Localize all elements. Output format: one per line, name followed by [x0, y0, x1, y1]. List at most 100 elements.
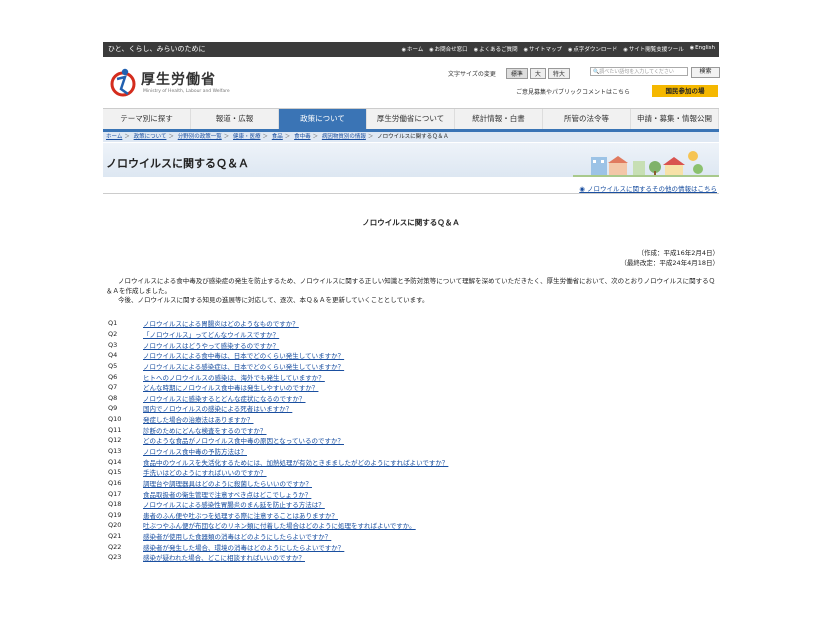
question-row: Q18 ノロウイルスによる感染性胃腸炎のまん延を防止する方法は？ — [108, 499, 708, 510]
question-link[interactable]: ヒトへのノロウイルスの感染は、海外でも発生していますか？ — [143, 372, 325, 382]
mhlw-logo-icon[interactable] — [108, 67, 136, 97]
question-link[interactable]: 感染が疑われた場合、どこに相談すればいいのですか？ — [143, 552, 305, 562]
question-row: Q22 感染者が発生した場合、環境の消毒はどのようにしたらよいですか？ — [108, 541, 708, 552]
question-link[interactable]: 診断のためにどんな検査をするのですか？ — [143, 425, 267, 435]
question-link[interactable]: 国内でノロウイルスの感染による死者はいますか？ — [143, 403, 292, 413]
question-number: Q20 — [108, 521, 122, 530]
question-link[interactable]: 発症した場合の治療法はありますか？ — [143, 414, 254, 424]
contact-link[interactable]: お問合せ窓口 — [429, 45, 468, 53]
date-created: （作成：平成16年2月4日） — [637, 249, 719, 257]
kokumin-sanka-button[interactable]: 国民参加の場 — [652, 85, 718, 97]
question-link[interactable]: 吐ぶつやふん便が布団などのリネン類に付着した場合はどのように処理をすればよいです… — [143, 520, 416, 530]
question-row: Q4 ノロウイルスによる食中毒は、日本でどのくらい発生していますか？ — [108, 350, 708, 361]
question-number: Q23 — [108, 553, 122, 562]
braille-download-link[interactable]: 点字ダウンロード — [568, 45, 617, 53]
question-row: Q6 ヒトへのノロウイルスの感染は、海外でも発生していますか？ — [108, 371, 708, 382]
search-button[interactable]: 検索 — [691, 67, 720, 78]
question-number: Q12 — [108, 436, 122, 445]
sitemap-link[interactable]: サイトマップ — [524, 45, 562, 53]
logo-subtitle: Ministry of Health, Labour and Welfare — [143, 89, 230, 94]
nav-press[interactable]: 報道・広報 — [191, 109, 279, 129]
nav-about[interactable]: 厚生労働省について — [367, 109, 455, 129]
question-link[interactable]: ノロウイルス食中毒の予防方法は？ — [143, 446, 247, 456]
question-link[interactable]: ノロウイルスによる食中毒は、日本でどのくらい発生していますか？ — [143, 350, 344, 360]
logo-text[interactable]: 厚生労働省 — [141, 69, 216, 89]
content-heading: ノロウイルスに関するＱ＆Ａ — [362, 218, 460, 227]
question-number: Q3 — [108, 340, 118, 349]
question-link[interactable]: 感染者が発生した場合、環境の消毒はどのようにしたらよいですか？ — [143, 542, 344, 552]
question-number: Q13 — [108, 447, 122, 455]
nav-statistics[interactable]: 統計情報・白書 — [455, 109, 543, 129]
question-row: Q23 感染が疑われた場合、どこに相談すればいいのですか？ — [108, 552, 708, 563]
question-link[interactable]: 調理台や調理器具はどのように殺菌したらいいのですか？ — [143, 478, 312, 488]
public-comment-text: ご意見募集やパブリックコメントはこちら — [516, 89, 631, 96]
question-link[interactable]: 「ノロウイルス」ってどんなウイルスですか？ — [143, 329, 279, 339]
question-number: Q7 — [108, 383, 118, 392]
question-row: Q16 調理台や調理器具はどのように殺菌したらいいのですか？ — [108, 478, 708, 489]
faq-link[interactable]: よくあるご質問 — [474, 45, 518, 53]
question-link[interactable]: ノロウイルスに感染するとどんな症状になるのですか？ — [143, 393, 306, 403]
main-nav: テーマ別に探す 報道・広報 政策について 厚生労働省について 統計情報・白書 所… — [103, 108, 719, 132]
font-size-large-button[interactable]: 大 — [529, 68, 546, 79]
question-link[interactable]: どのような食品がノロウイルス食中毒の原因となっているのですか？ — [143, 435, 344, 445]
question-row: Q15 手洗いはどのようにすればいいのですか？ — [108, 467, 708, 478]
question-number: Q15 — [108, 468, 122, 477]
date-revised: （最終改定：平成24年4月18日） — [620, 258, 719, 267]
font-size-standard-button[interactable]: 標準 — [505, 68, 528, 79]
question-link[interactable]: ノロウイルスによる感染症は、日本でどのくらい発生していますか？ — [143, 361, 344, 371]
question-link[interactable]: 患者のふん便や吐ぶつを処理する際に注意することはありますか？ — [143, 510, 338, 520]
page-frame: ひと、くらし、みらいのために ホーム お問合せ窓口 よくあるご質問 サイトマップ… — [103, 42, 720, 582]
question-list: Q1 ノロウイルスによる胃腸炎はどのようなものですか？ Q2 「ノロウイルス」ってどん… — [108, 318, 708, 563]
question-number: Q1 — [108, 319, 118, 328]
question-number: Q6 — [108, 372, 118, 381]
breadcrumb-link[interactable]: 食中毒 — [294, 134, 311, 140]
question-number: Q14 — [108, 457, 122, 466]
nav-application[interactable]: 申請・募集・情報公開 — [631, 109, 719, 129]
question-number: Q21 — [108, 532, 122, 541]
more-info-link[interactable]: ノロウイルスに関するその他の情報はこちら — [579, 183, 717, 193]
breadcrumb-current: ノロウイルスに関するＱ＆Ａ — [377, 134, 449, 140]
question-link[interactable]: 手洗いはどのようにすればいいのですか？ — [143, 467, 267, 477]
home-link[interactable]: ホーム — [402, 45, 423, 53]
breadcrumb-link[interactable]: 健康・医療 — [233, 134, 261, 140]
question-link[interactable]: どんな時期にノロウイルス食中毒は発生しやすいのですか？ — [143, 382, 318, 392]
question-row: Q14 食品中のウイルスを失活化するためには、加熱処理が有効ときまましたがどのよう… — [108, 456, 708, 467]
accessibility-tool-link[interactable]: サイト閲覧支援ツール — [623, 45, 684, 53]
question-link[interactable]: 感染者が使用した食器類の消毒はどのようにしたらよいですか？ — [143, 531, 331, 541]
question-row: Q5 ノロウイルスによる感染症は、日本でどのくらい発生していますか？ — [108, 361, 708, 372]
nav-policy[interactable]: 政策について — [279, 109, 367, 129]
nav-laws[interactable]: 所管の法令等 — [543, 109, 631, 129]
question-number: Q18 — [108, 500, 122, 509]
question-number: Q5 — [108, 361, 118, 370]
question-link[interactable]: ノロウイルスによる感染性胃腸炎のまん延を防止する方法は？ — [143, 499, 325, 509]
question-row: Q10 発症した場合の治療法はありますか？ — [108, 414, 708, 425]
breadcrumb-link[interactable]: 食品 — [272, 134, 283, 140]
breadcrumb-link[interactable]: ホーム — [106, 134, 122, 140]
search-input[interactable]: 🔍調べたい語句を入力してください — [590, 67, 688, 76]
utility-links: ホーム お問合せ窓口 よくあるご質問 サイトマップ 点字ダウンロード サイト閲覧… — [402, 45, 715, 53]
tagline: ひと、くらし、みらいのために — [108, 45, 206, 53]
question-link[interactable]: 食品中のウイルスを失活化するためには、加熱処理が有効ときまましたがどのようにすれ… — [143, 457, 448, 467]
nav-theme[interactable]: テーマ別に探す — [103, 109, 191, 129]
breadcrumb-link[interactable]: 分野別の政策一覧 — [178, 134, 222, 140]
english-link[interactable]: English — [690, 45, 715, 53]
title-banner: ノロウイルスに関するＱ＆Ａ — [103, 143, 719, 177]
question-row: Q8 ノロウイルスに感染するとどんな症状になるのですか？ — [108, 392, 708, 403]
intro-paragraph: 今後、ノロウイルスに関する知見の進展等に対応して、逐次、本Ｑ＆Ａを更新していくこ… — [118, 296, 429, 304]
question-row: Q17 食品取扱者の衛生管理で注意すべき点はどこでしょうか？ — [108, 488, 708, 499]
breadcrumb-link[interactable]: 病因物質別の情報 — [322, 134, 366, 140]
font-size-xlarge-button[interactable]: 特大 — [547, 68, 570, 79]
question-link[interactable]: 食品取扱者の衛生管理で注意すべき点はどこでしょうか？ — [143, 489, 311, 499]
question-number: Q2 — [108, 329, 118, 338]
question-number: Q16 — [108, 478, 122, 487]
town-illustration-icon — [573, 151, 719, 177]
question-row: Q1 ノロウイルスによる胃腸炎はどのようなものですか？ — [108, 318, 708, 329]
breadcrumb: ホーム＞ 政策について＞ 分野別の政策一覧＞ 健康・医療＞ 食品＞ 食中毒＞ 病… — [103, 132, 719, 142]
breadcrumb-link[interactable]: 政策について — [134, 134, 167, 140]
question-number: Q9 — [108, 404, 118, 413]
question-link[interactable]: ノロウイルスはどうやって感染するのですか？ — [143, 340, 279, 350]
question-row: Q21 感染者が使用した食器類の消毒はどのようにしたらよいですか？ — [108, 531, 708, 542]
intro-paragraph: ノロウイルスによる食中毒及び感染症の発生を防止するため、ノロウイルスに関する正し… — [106, 277, 716, 295]
question-link[interactable]: ノロウイルスによる胃腸炎はどのようなものですか？ — [143, 318, 299, 328]
question-row: Q12 どのような食品がノロウイルス食中毒の原因となっているのですか？ — [108, 435, 708, 446]
